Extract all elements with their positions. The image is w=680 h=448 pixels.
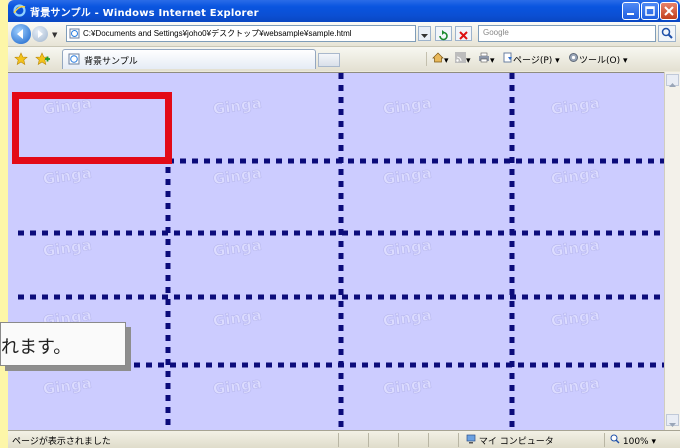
- refresh-icon: [439, 30, 448, 41]
- add-favorite-icon[interactable]: [35, 52, 51, 66]
- toolbar-divider: [426, 52, 427, 66]
- home-icon: [432, 52, 444, 63]
- close-icon: [664, 6, 674, 16]
- title-bar[interactable]: 背景サンプル - Windows Internet Explorer: [8, 0, 680, 22]
- zoom-icon: [610, 434, 620, 444]
- gear-icon: [569, 53, 578, 62]
- back-button[interactable]: [11, 24, 31, 44]
- page-menu-icon: [503, 52, 512, 63]
- vertical-scrollbar[interactable]: [664, 72, 680, 430]
- refresh-button[interactable]: [435, 26, 452, 41]
- close-button[interactable]: [660, 2, 678, 20]
- forward-arrow-icon: [38, 30, 43, 38]
- stop-button[interactable]: [455, 26, 472, 41]
- maximize-button[interactable]: [641, 2, 659, 20]
- search-placeholder: Google: [483, 28, 509, 37]
- home-button[interactable]: ▾: [432, 52, 449, 66]
- tab-label: 背景サンプル: [84, 57, 138, 67]
- status-divider: [368, 433, 369, 447]
- page-icon: [68, 53, 80, 65]
- chevron-down-icon: ▾: [651, 437, 657, 447]
- chevron-down-icon: [421, 34, 428, 38]
- new-tab-button[interactable]: [318, 53, 340, 67]
- security-zone[interactable]: マイ コンピュータ: [466, 434, 554, 447]
- chevron-down-icon: [669, 423, 676, 427]
- zoom-level: 100%: [622, 437, 649, 447]
- minimize-button[interactable]: [622, 2, 640, 20]
- status-message: ページが表示されました: [12, 437, 111, 447]
- history-dropdown-icon[interactable]: ▼: [52, 31, 57, 39]
- favorites-star-icon[interactable]: [14, 52, 28, 66]
- search-button[interactable]: [658, 25, 676, 42]
- tab-toolbar: 背景サンプル ▾ ▾ ▾ ページ(P) ▾ ツール(O) ▾: [8, 47, 680, 71]
- address-dropdown-button[interactable]: [418, 26, 431, 41]
- address-field[interactable]: C:¥Documents and Settings¥joho0¥デスクトップ¥w…: [66, 25, 416, 42]
- status-divider: [428, 433, 429, 447]
- highlight-frame: [12, 92, 172, 164]
- page-menu-label: ページ(P) ▾: [513, 56, 560, 66]
- scroll-up-button[interactable]: [666, 74, 679, 87]
- status-divider: [338, 433, 339, 447]
- address-url: C:¥Documents and Settings¥joho0¥デスクトップ¥w…: [83, 29, 352, 38]
- tab-sample[interactable]: 背景サンプル: [62, 49, 316, 69]
- print-dropdown-label: ▾: [490, 56, 495, 66]
- tools-menu-button[interactable]: ツール(O) ▾: [568, 52, 628, 66]
- ie-window: 背景サンプル - Windows Internet Explorer ▼ C:¥…: [8, 0, 680, 448]
- feeds-dropdown-label: ▾: [466, 56, 471, 66]
- status-divider: [458, 433, 459, 447]
- ie-logo-icon: [13, 4, 26, 17]
- search-icon: [661, 27, 673, 39]
- printer-icon: [479, 52, 489, 63]
- caption-text: れます。: [1, 337, 72, 358]
- zoom-control[interactable]: 100% ▾: [610, 434, 656, 447]
- address-toolbar: ▼ C:¥Documents and Settings¥joho0¥デスクトップ…: [8, 22, 680, 47]
- status-bar: ページが表示されました マイ コンピュータ 100% ▾: [8, 430, 680, 448]
- print-button[interactable]: ▾: [478, 52, 495, 66]
- minimize-icon: [627, 13, 634, 15]
- page-icon: [69, 28, 80, 39]
- page-menu-button[interactable]: ページ(P) ▾: [502, 52, 560, 66]
- caption-callout: れます。: [0, 322, 126, 366]
- security-zone-label: マイ コンピュータ: [478, 437, 554, 447]
- scroll-down-button[interactable]: [666, 414, 679, 427]
- maximize-icon: [645, 6, 655, 16]
- stop-icon: [459, 31, 468, 40]
- home-dropdown-label: ▾: [444, 56, 449, 66]
- forward-button[interactable]: [32, 26, 48, 42]
- status-divider: [604, 433, 605, 447]
- tools-menu-label: ツール(O) ▾: [579, 56, 628, 66]
- rss-feed-icon: [455, 52, 466, 63]
- chevron-up-icon: [669, 83, 676, 87]
- status-divider: [398, 433, 399, 447]
- search-input[interactable]: Google: [478, 25, 656, 42]
- window-title: 背景サンプル - Windows Internet Explorer: [30, 8, 259, 19]
- feeds-button[interactable]: ▾: [455, 52, 471, 66]
- back-arrow-icon: [17, 29, 23, 39]
- computer-icon: [466, 434, 476, 444]
